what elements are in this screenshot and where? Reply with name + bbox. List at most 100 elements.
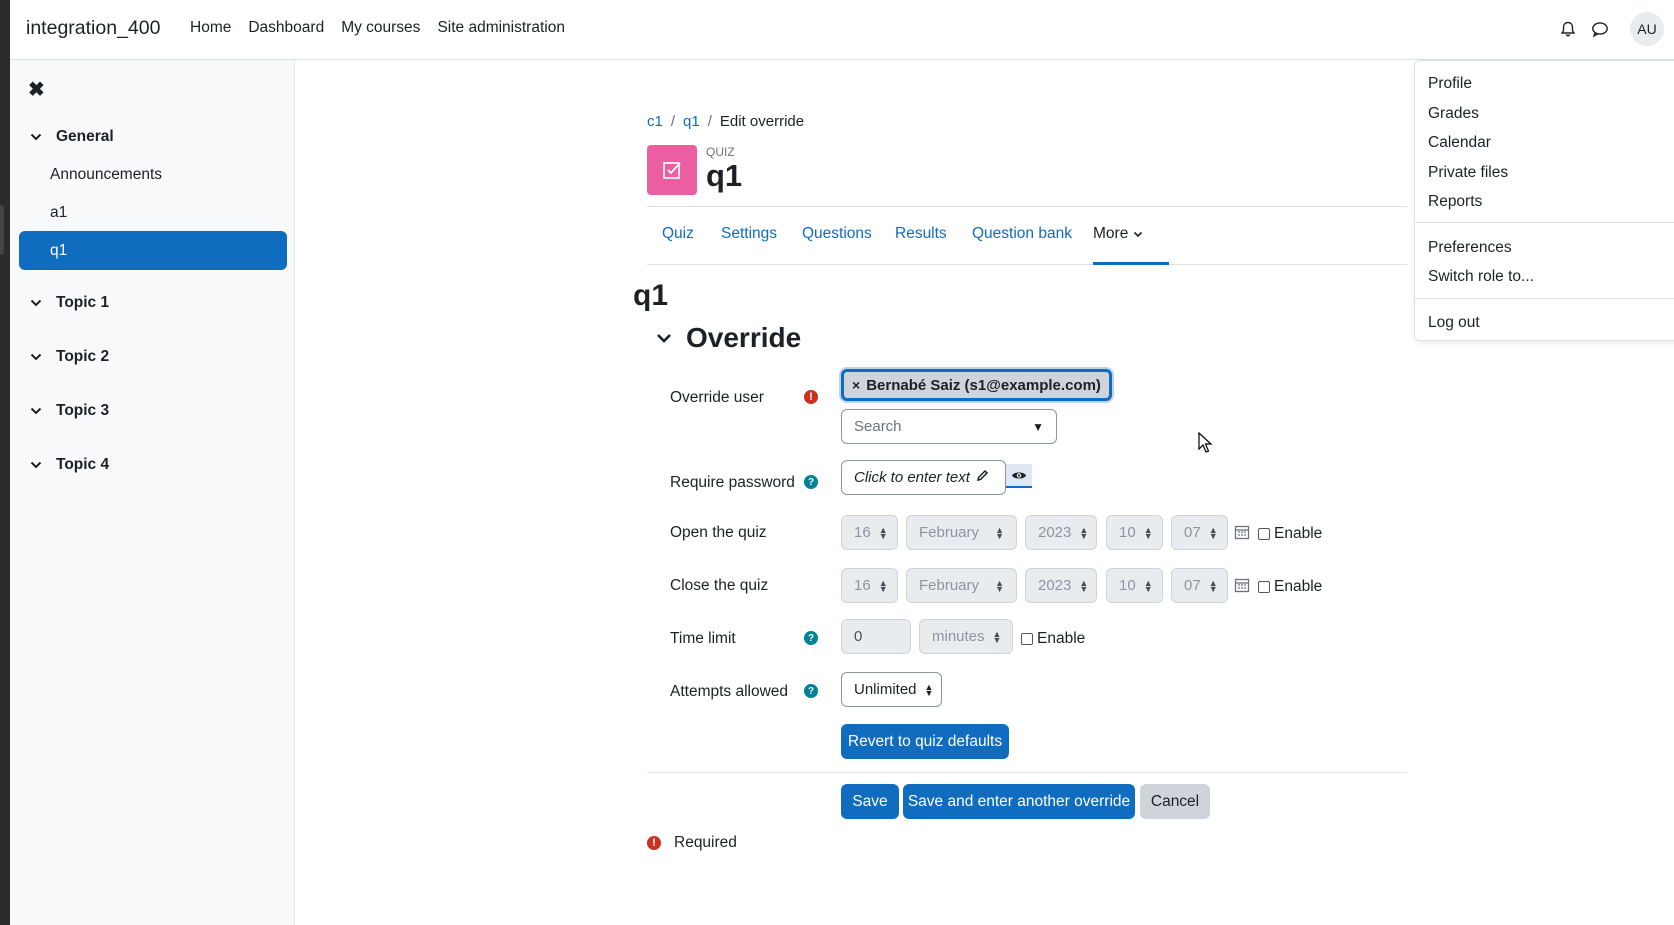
section-topic-3[interactable]: Topic 3 (30, 402, 109, 420)
tab-quiz[interactable]: Quiz (662, 225, 694, 243)
menu-item-reports[interactable]: Reports (1428, 193, 1482, 211)
section-title: Override (686, 322, 802, 353)
site-name[interactable]: integration_400 (26, 17, 160, 40)
dropdown-triangle-icon: ▼ (1032, 419, 1044, 434)
calendar-icon[interactable] (1234, 524, 1250, 540)
open-enable-checkbox[interactable]: Enable (1258, 525, 1322, 543)
edge-marker (0, 205, 4, 255)
breadcrumb-separator: / (707, 113, 712, 130)
cancel-button[interactable]: Cancel (1140, 784, 1210, 819)
page-heading: q1 (633, 279, 669, 312)
mouse-cursor-icon (1198, 432, 1212, 453)
section-label: General (56, 128, 114, 145)
breadcrumb-quiz[interactable]: q1 (683, 113, 700, 130)
secondary-navigation: Quiz Settings Questions Results Question… (647, 207, 1407, 265)
sort-arrows-icon: ▲ ▼ (1079, 524, 1089, 541)
chevron-down-icon (30, 461, 44, 469)
save-and-add-another-button[interactable]: Save and enter another override (903, 784, 1135, 819)
menu-item-switch-role[interactable]: Switch role to... (1428, 268, 1534, 286)
section-label: Topic 2 (56, 348, 110, 365)
time-limit-label: Time limit (670, 630, 736, 647)
nav-dashboard[interactable]: Dashboard (248, 19, 324, 37)
select-value: February (919, 577, 980, 594)
drawer-item-a1[interactable]: a1 (50, 204, 67, 222)
sort-arrows-icon: ▲ ▼ (1143, 577, 1153, 594)
message-icon[interactable] (1584, 13, 1616, 45)
nav-home[interactable]: Home (190, 19, 231, 37)
selected-user-name: Bernabé Saiz (s1@example.com) (866, 376, 1101, 394)
close-minute-select[interactable]: 07 ▲ ▼ (1171, 568, 1228, 603)
password-placeholder: Click to enter text (854, 469, 970, 486)
time-limit-input[interactable]: 0 (841, 619, 911, 654)
selected-user-tag[interactable]: × Bernabé Saiz (s1@example.com) (841, 369, 1112, 401)
section-topic-1[interactable]: Topic 1 (30, 294, 109, 312)
select-value: minutes (932, 628, 985, 645)
override-user-label: Override user (670, 389, 764, 406)
time-limit-unit-select[interactable]: minutes ▲ ▼ (919, 619, 1013, 654)
tab-more[interactable]: More (1093, 225, 1143, 243)
top-navbar: integration_400 Home Dashboard My course… (10, 0, 1674, 60)
section-general[interactable]: General (30, 128, 114, 146)
sort-arrows-icon: ▲ ▼ (1208, 577, 1218, 594)
select-value: 16 (854, 577, 871, 594)
open-year-select[interactable]: 2023 ▲ ▼ (1025, 515, 1097, 550)
password-inline-edit[interactable]: Click to enter text (841, 460, 1006, 495)
reveal-password-eye-icon[interactable] (1006, 464, 1032, 488)
select-value: 2023 (1038, 524, 1072, 541)
close-enable-checkbox[interactable]: Enable (1258, 578, 1322, 596)
tab-more-label: More (1093, 225, 1129, 242)
calendar-icon[interactable] (1234, 577, 1250, 593)
close-drawer-icon[interactable]: ✖ (28, 77, 45, 102)
menu-item-private-files[interactable]: Private files (1428, 164, 1508, 182)
tab-question-bank[interactable]: Question bank (972, 225, 1072, 243)
remove-icon[interactable]: × (852, 377, 860, 393)
close-month-select[interactable]: February ▲ ▼ (906, 568, 1017, 603)
help-icon[interactable]: ? (804, 475, 818, 489)
attempts-allowed-select[interactable]: Unlimited ▲ ▼ (841, 672, 942, 707)
bell-icon[interactable] (1552, 13, 1584, 45)
nav-site-administration[interactable]: Site administration (437, 19, 565, 37)
sort-arrows-icon: ▲ ▼ (995, 524, 1004, 541)
section-topic-2[interactable]: Topic 2 (30, 348, 109, 366)
close-quiz-label: Close the quiz (670, 577, 769, 594)
user-search-select[interactable]: Search ▼ (841, 409, 1057, 444)
menu-item-logout[interactable]: Log out (1428, 314, 1480, 332)
override-section-toggle[interactable]: Override (656, 322, 801, 354)
drawer-item-announcements[interactable]: Announcements (50, 166, 162, 184)
close-hour-select[interactable]: 10 ▲ ▼ (1106, 568, 1163, 603)
tab-results[interactable]: Results (895, 225, 947, 243)
sort-arrows-icon: ▲ ▼ (924, 681, 934, 698)
nav-my-courses[interactable]: My courses (341, 19, 420, 37)
drawer-item-q1[interactable]: q1 (19, 231, 287, 270)
open-month-select[interactable]: February ▲ ▼ (906, 515, 1017, 550)
tab-settings[interactable]: Settings (721, 225, 777, 243)
menu-item-calendar[interactable]: Calendar (1428, 134, 1491, 152)
menu-item-grades[interactable]: Grades (1428, 105, 1479, 123)
close-day-select[interactable]: 16 ▲ ▼ (841, 568, 898, 603)
tab-questions[interactable]: Questions (802, 225, 872, 243)
sort-arrows-icon: ▲ ▼ (1079, 577, 1089, 594)
sort-arrows-icon: ▲ ▼ (878, 524, 888, 541)
open-hour-select[interactable]: 10 ▲ ▼ (1106, 515, 1163, 550)
module-type: QUIZ (706, 145, 735, 159)
breadcrumb: c1 / q1 / Edit override (647, 113, 804, 130)
user-avatar[interactable]: AU (1630, 12, 1664, 46)
section-topic-4[interactable]: Topic 4 (30, 456, 109, 474)
revert-to-defaults-button[interactable]: Revert to quiz defaults (841, 724, 1009, 759)
close-year-select[interactable]: 2023 ▲ ▼ (1025, 568, 1097, 603)
breadcrumb-course[interactable]: c1 (647, 113, 663, 130)
menu-item-preferences[interactable]: Preferences (1428, 239, 1512, 257)
active-tab-indicator (1093, 262, 1169, 265)
help-icon[interactable]: ? (804, 631, 818, 645)
menu-item-profile[interactable]: Profile (1428, 75, 1472, 93)
time-limit-enable-checkbox[interactable]: Enable (1021, 630, 1085, 648)
open-day-select[interactable]: 16 ▲ ▼ (841, 515, 898, 550)
chevron-down-icon (30, 353, 44, 361)
select-value: 07 (1184, 524, 1201, 541)
select-value: February (919, 524, 980, 541)
help-icon[interactable]: ? (804, 684, 818, 698)
open-minute-select[interactable]: 07 ▲ ▼ (1171, 515, 1228, 550)
required-icon: ! (647, 836, 661, 850)
save-button[interactable]: Save (841, 784, 899, 819)
select-value: Unlimited (854, 681, 917, 698)
